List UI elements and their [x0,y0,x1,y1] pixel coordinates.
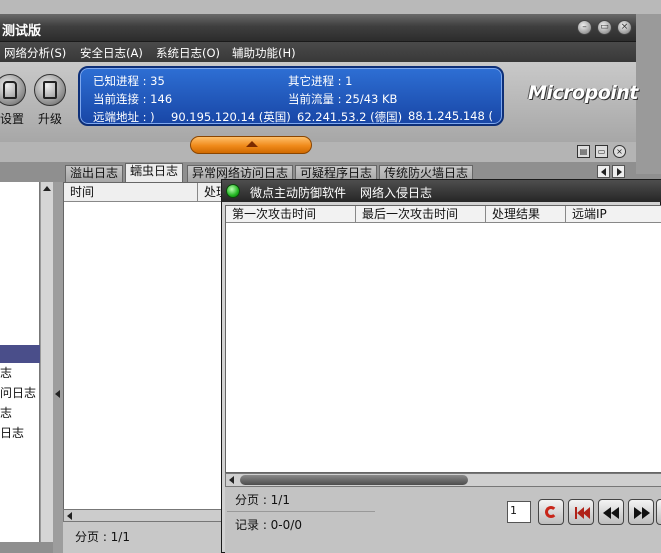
desktop-background [0,0,661,14]
child-hscrollbar[interactable] [225,473,661,487]
list-hscrollbar[interactable] [63,509,243,522]
current-traffic: 当前流量 : 25/43 KB [288,92,398,106]
scroll-left-icon[interactable] [229,476,234,484]
next-page-icon[interactable] [628,499,654,525]
intrusion-log-list: 第一次攻击时间 最后一次攻击时间 处理结果 远端IP [225,205,661,473]
child-page-indicator: 分页 : 1/1 [235,493,290,507]
tree-item[interactable]: 问日志 [0,384,36,401]
tree-item[interactable]: 志 [0,404,12,421]
settings-icon[interactable] [0,74,26,106]
column-first-attack-time[interactable]: 第一次攻击时间 [226,206,356,223]
remote-address-label: 远端地址 : ) [93,110,155,124]
remote-address-1: 90.195.120.14 (英国) [171,110,291,124]
current-connections: 当前连接 : 146 [93,92,173,106]
tree-scrollbar[interactable] [40,182,53,542]
menu-system-log[interactable]: 系统日志(O) [156,45,220,61]
known-processes: 已知进程 : 35 [93,74,165,88]
logo-text: Micropoint [528,82,638,104]
child-page-input[interactable]: 1 [507,501,531,523]
panel-separator [0,142,636,162]
title-bar[interactable]: 测试版 – ▭ × [0,14,636,42]
restore-panel-icon[interactable]: ▭ [595,145,608,158]
tree-item[interactable]: 志 [0,364,12,381]
other-processes: 其它进程 : 1 [288,74,353,88]
app-status-icon [226,184,240,198]
minimize-icon[interactable]: – [577,20,592,35]
footer-divider [227,511,375,512]
tree-item[interactable]: 日志 [0,424,24,441]
column-result[interactable]: 处理结果 [486,206,566,223]
upgrade-icon[interactable] [34,74,66,106]
tree-selected-row[interactable] [0,345,40,363]
status-panel: 已知进程 : 35 其它进程 : 1 当前连接 : 146 当前流量 : 25/… [78,66,504,126]
upgrade-label[interactable]: 升级 [38,110,62,127]
log-tree: 志 问日志 志 日志 [0,182,40,542]
window-title: 测试版 [2,24,42,39]
prev-page-icon[interactable] [598,499,624,525]
panel-splitter[interactable] [53,182,63,553]
collapse-button[interactable] [190,136,312,154]
last-page-icon[interactable] [656,499,661,525]
tab-prev-icon[interactable] [597,165,610,178]
first-page-icon[interactable] [568,499,594,525]
scroll-thumb[interactable] [240,475,468,485]
child-app-name: 微点主动防御软件 [250,186,347,200]
settings-label[interactable]: 设置 [0,110,24,127]
collapse-left-icon[interactable] [55,390,60,398]
menu-bar: 网络分析(S) 安全日志(A) 系统日志(O) 辅助功能(H) [0,42,636,62]
main-window: 测试版 – ▭ × 网络分析(S) 安全日志(A) 系统日志(O) 辅助功能(H… [0,0,661,553]
tab-worm-log[interactable]: 蠕虫日志 [125,163,184,182]
close-panel-icon[interactable]: × [613,145,626,158]
child-footer: 分页 : 1/1 记录 : 0-0/0 1 [225,487,661,553]
chevron-up-icon [246,141,258,147]
list-footer: 分页 : 1/1 [63,522,223,553]
list-view-icon[interactable]: ▤ [577,145,590,158]
tab-overflow-log[interactable]: 溢出日志 [65,165,124,182]
intrusion-log-window: 微点主动防御软件 网络入侵日志 第一次攻击时间 最后一次攻击时间 处理结果 远端… [221,179,661,553]
remote-address-3: 88.1.245.148 ( [408,109,493,123]
scroll-up-icon[interactable] [43,186,51,191]
restore-icon[interactable]: ▭ [597,20,612,35]
column-remote-ip[interactable]: 远端IP [566,206,661,223]
page-indicator: 分页 : 1/1 [75,530,130,544]
menu-tools[interactable]: 辅助功能(H) [232,45,296,61]
record-indicator: 记录 : 0-0/0 [235,518,302,532]
child-window-title: 网络入侵日志 [360,186,433,200]
menu-security-log[interactable]: 安全日志(A) [80,45,143,61]
column-time[interactable]: 时间 [64,183,198,202]
menu-network-analysis[interactable]: 网络分析(S) [4,45,66,61]
column-last-attack-time[interactable]: 最后一次攻击时间 [356,206,486,223]
scroll-left-icon[interactable] [67,512,72,520]
tab-next-icon[interactable] [612,165,625,178]
close-icon[interactable]: × [617,20,632,35]
window-edge [636,14,661,174]
micropoint-logo: Micropoint [520,68,638,124]
refresh-icon[interactable] [538,499,564,525]
child-title-bar[interactable]: 微点主动防御软件 网络入侵日志 [222,180,661,202]
remote-address-2: 62.241.53.2 (德国) [297,110,403,124]
